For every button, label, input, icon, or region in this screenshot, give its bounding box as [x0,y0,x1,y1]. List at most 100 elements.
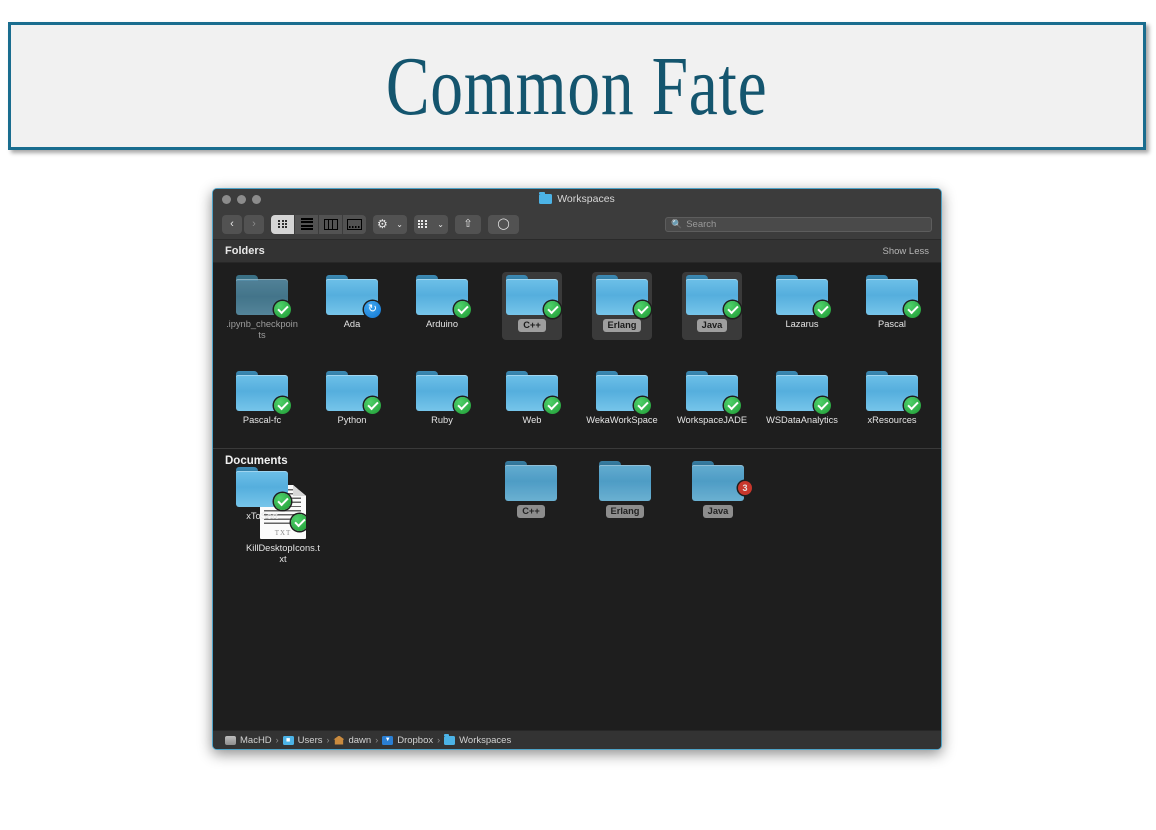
window-title-label: Workspaces [557,193,615,205]
window-titlebar: Workspaces [213,189,941,209]
sync-ok-badge [904,397,921,414]
path-bar: MacHD › ■ Users › dawn › ▼ Dropbox › Workspaces [213,730,941,749]
folder-item[interactable]: Python [307,365,397,461]
title-banner: Common Fate [8,22,1146,150]
group-by-button[interactable]: ⌄ [414,214,448,234]
sync-ok-badge [634,301,651,318]
folder-item[interactable]: .ipynb_checkpoints [217,269,307,365]
folder-icon: 3 [692,461,752,501]
folder-icon [539,192,553,204]
share-icon: ⇧ [463,217,473,230]
icon-view-button[interactable] [271,214,295,234]
close-button[interactable] [222,194,231,204]
path-separator: › [375,735,379,745]
show-less-button[interactable]: Show Less [883,246,929,257]
grid-icon [278,219,287,229]
folder-item-label: Web [522,415,542,425]
folder-item[interactable]: C++ [487,269,577,365]
drag-item-label: Java [702,505,734,518]
folder-item[interactable]: ↻ Ada [307,269,397,365]
documents-section: Documents TXT KillDesktopIcons.txt C++ Er… [213,449,941,619]
folder-item-label: WekaWorkSpace [586,415,658,425]
folder-icon [505,461,557,501]
path-bar-label: Dropbox [397,734,434,746]
folder-item[interactable]: WekaWorkSpace [577,365,667,461]
drag-count-badge: 3 [738,481,752,495]
nav-buttons: ‹ › [222,214,264,234]
folder-icon [416,371,471,414]
sync-ok-badge [904,301,921,318]
folder-icon [506,371,561,414]
folder-item-label: WorkspaceJADE [676,415,748,425]
folder-item[interactable]: Lazarus [757,269,847,365]
folder-item[interactable]: Arduino [397,269,487,365]
path-bar-label: dawn [348,734,372,746]
sync-ok-badge [814,301,831,318]
folder-item-label: Python [337,415,367,425]
search-input[interactable]: 🔍 Search [665,216,932,232]
finder-content: .ipynb_checkpoints ↻ Ada Arduino C++ Erlang Ja… [213,263,941,730]
hard-drive-icon [225,735,236,745]
drag-item[interactable]: C++ [491,461,571,518]
folder-item[interactable]: WorkspaceJADE [667,365,757,461]
folder-item[interactable]: Pascal [847,269,937,365]
folder-item[interactable]: Ruby [397,365,487,461]
folder-item-label: WSDataAnalytics [766,415,838,425]
finder-window: Workspaces ‹ › ⚙ ⌄ ⌄ ⇧ ◯ 🔍 Search Folder… [212,188,942,750]
folder-item-label: Erlang [602,319,642,332]
folder-item-label: Arduino [425,319,459,329]
gallery-view-button[interactable] [343,215,366,234]
folder-item-label: Ruby [431,415,453,425]
path-bar-item[interactable]: ■ Users [282,735,322,746]
share-button[interactable]: ⇧ [455,214,481,234]
folder-item-label: Pascal [878,319,906,329]
traffic-lights [222,194,261,204]
gear-icon: ⚙ [377,217,388,231]
forward-button[interactable]: › [244,214,264,234]
path-separator: › [437,735,441,745]
folder-icon [866,371,921,414]
folder-item-label: Lazarus [785,319,819,329]
drag-cluster[interactable]: C++ Erlang 3 Java [213,449,941,619]
tag-button[interactable]: ◯ [488,214,519,234]
folder-icon [326,371,381,414]
sync-ok-badge [544,397,561,414]
folder-item-label: Java [696,319,728,332]
path-bar-item[interactable]: MacHD [225,735,272,746]
grid-group-icon [418,219,427,229]
chevron-down-icon: ⌄ [437,219,444,229]
folder-item[interactable]: Web [487,365,577,461]
folder-item[interactable]: WSDataAnalytics [757,365,847,461]
folder-icon [236,371,291,414]
search-placeholder: Search [686,218,717,230]
drag-item[interactable]: 3 Java [678,461,758,518]
sync-ok-badge [454,301,471,318]
path-bar-item[interactable]: dawn [333,735,371,746]
zoom-button[interactable] [252,194,261,204]
column-view-button[interactable] [319,214,343,234]
folder-icon [506,275,561,318]
path-bar-item[interactable]: ▼ Dropbox [382,735,433,746]
folder-item-label: xResources [867,415,917,425]
sync-ok-badge [634,397,651,414]
folder-item[interactable]: Erlang [577,269,667,365]
folder-icon [599,461,651,501]
drag-item[interactable]: Erlang [585,461,665,518]
folder-item[interactable]: Java [667,269,757,365]
minimize-button[interactable] [237,194,246,204]
folder-icon [776,275,831,318]
folder-item-label: xToSort [246,511,278,521]
list-view-button[interactable] [295,214,319,234]
sync-ok-badge [724,397,741,414]
path-bar-label: MacHD [240,734,272,746]
folders-section-header: Folders Show Less [213,240,941,263]
back-button[interactable]: ‹ [222,214,242,234]
folder-icon [776,371,831,414]
folder-item[interactable]: Pascal-fc [217,365,307,461]
sync-ok-badge [274,493,291,510]
folder-item[interactable]: xResources [847,365,937,461]
folder-icon: ↻ [326,275,381,318]
path-bar-item[interactable]: Workspaces [444,733,511,746]
window-title: Workspaces [213,189,941,209]
action-menu-button[interactable]: ⚙ ⌄ [373,214,407,234]
